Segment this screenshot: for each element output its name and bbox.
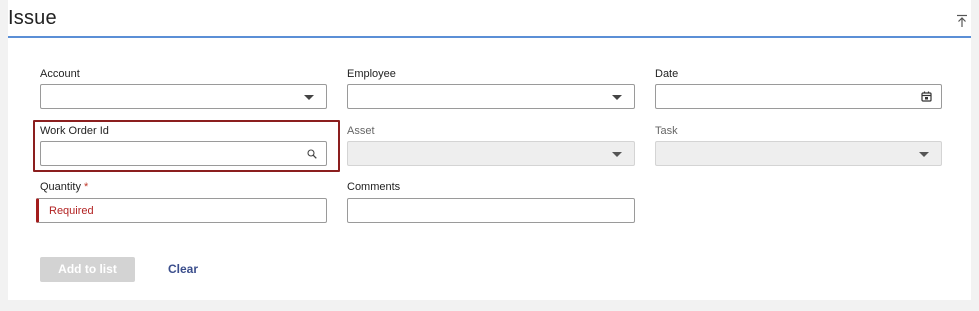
calendar-icon[interactable] [921,91,932,102]
employee-select[interactable] [347,84,635,109]
clear-button[interactable]: Clear [168,262,198,276]
comments-input[interactable] [347,198,635,223]
task-label: Task [655,125,678,137]
employee-label: Employee [347,68,396,80]
asset-label: Asset [347,125,375,137]
chevron-down-icon [612,95,622,100]
chevron-down-icon [919,152,929,157]
asset-select [347,141,635,166]
task-select [655,141,942,166]
work-order-id-input[interactable] [40,141,327,166]
add-to-list-button[interactable]: Add to list [40,257,135,282]
work-order-id-label: Work Order Id [40,125,109,137]
required-asterisk: * [83,181,89,193]
chevron-down-icon [612,152,622,157]
search-icon[interactable] [307,149,317,159]
quantity-label: Quantity * [40,181,88,193]
issue-form: Account Employee Date Work Order Id Asse… [8,38,971,300]
chevron-down-icon [304,95,314,100]
account-select[interactable] [40,84,327,109]
date-label: Date [655,68,679,80]
quantity-label-text: Quantity [40,181,81,193]
page-title: Issue [8,7,57,29]
issue-page: Issue Account Employee Date Work Order I… [0,0,979,311]
quantity-error-text: Required [49,205,94,217]
date-field[interactable] [655,84,942,109]
section-header: Issue [8,0,971,38]
quantity-input[interactable]: Required [36,198,327,223]
collapse-up-icon[interactable] [956,14,968,28]
comments-label: Comments [347,181,401,193]
account-label: Account [40,68,80,80]
